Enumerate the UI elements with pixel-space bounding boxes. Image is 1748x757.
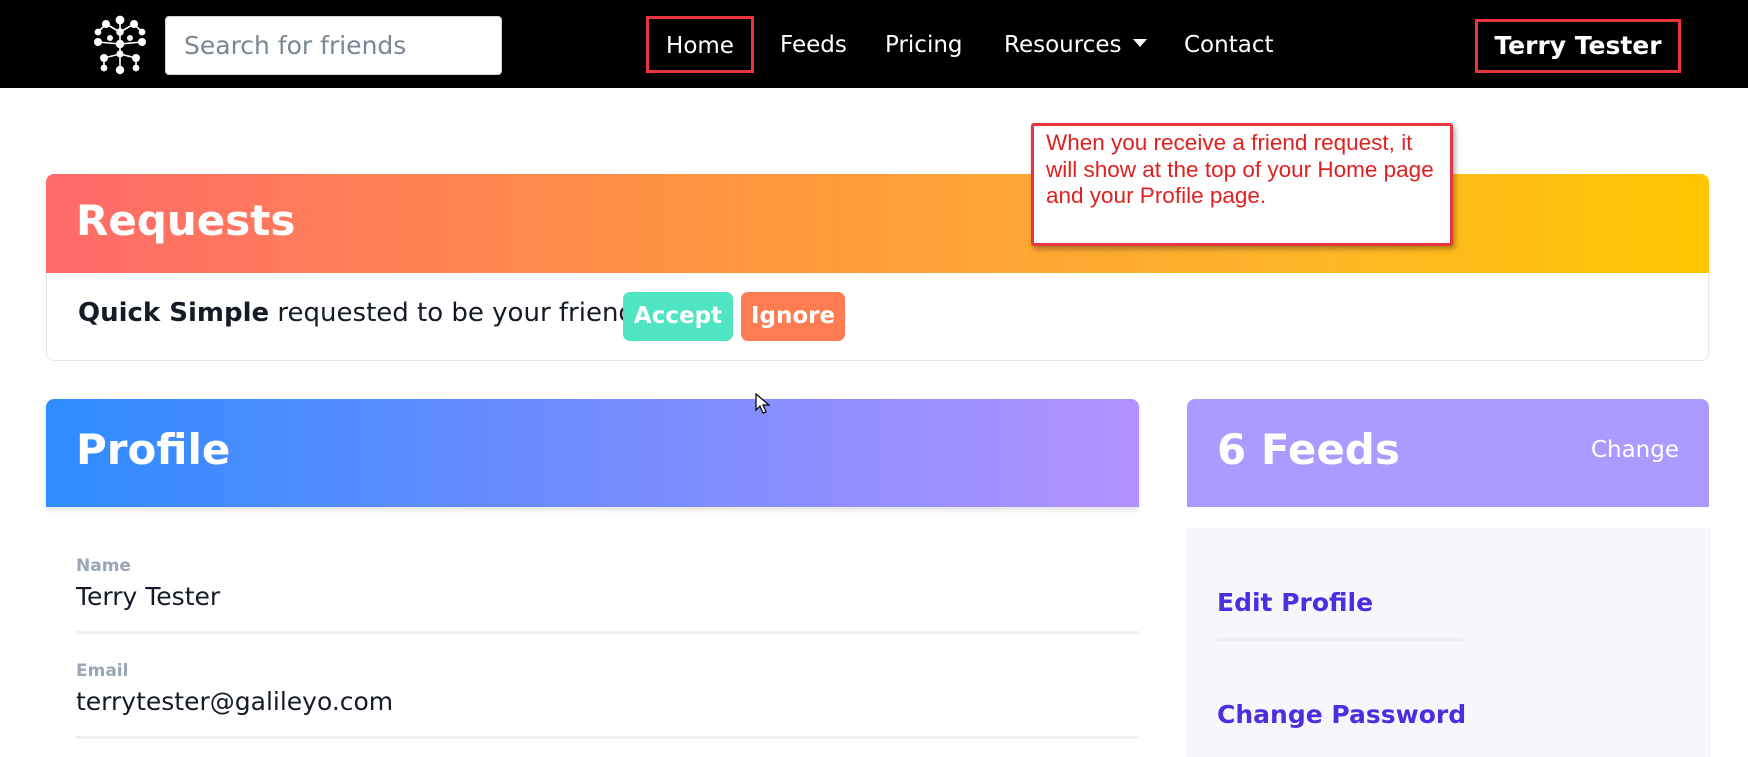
nav-home-link[interactable]: Home bbox=[646, 16, 754, 73]
edit-profile-link[interactable]: Edit Profile bbox=[1217, 588, 1373, 617]
feeds-title: 6 Feeds bbox=[1217, 425, 1400, 474]
friend-request-card: Quick Simple requested to be your friend… bbox=[46, 273, 1709, 361]
nav-resources-label: Resources bbox=[1004, 32, 1122, 58]
name-field-value: Terry Tester bbox=[76, 582, 221, 611]
user-menu-button[interactable]: Terry Tester bbox=[1475, 19, 1681, 73]
accept-button[interactable]: Accept bbox=[623, 292, 733, 341]
change-password-link[interactable]: Change Password bbox=[1217, 700, 1466, 729]
mouse-pointer-icon bbox=[755, 393, 771, 414]
ignore-button[interactable]: Ignore bbox=[741, 292, 845, 341]
divider bbox=[76, 631, 1139, 634]
feeds-header: 6 Feeds Change bbox=[1187, 399, 1709, 507]
email-field-value: terrytester@galileyo.com bbox=[76, 687, 394, 716]
annotation-callout: When you receive a friend request, it wi… bbox=[1031, 123, 1453, 246]
request-message: requested to be your friend. bbox=[269, 298, 644, 328]
nav-feeds-link[interactable]: Feeds bbox=[780, 0, 847, 88]
profile-side-menu: Edit Profile Change Password bbox=[1187, 528, 1711, 757]
network-logo-icon[interactable] bbox=[88, 14, 152, 76]
change-feeds-link[interactable]: Change bbox=[1591, 437, 1679, 463]
caret-down-icon bbox=[1133, 38, 1148, 47]
nav-contact-link[interactable]: Contact bbox=[1184, 0, 1273, 88]
requests-title: Requests bbox=[76, 196, 296, 245]
top-navbar: Home Feeds Pricing Resources Contact Ter… bbox=[0, 0, 1748, 88]
nav-resources-dropdown[interactable]: Resources bbox=[1004, 0, 1148, 88]
divider bbox=[1217, 638, 1463, 641]
name-field-label: Name bbox=[76, 556, 131, 576]
requester-name[interactable]: Quick Simple bbox=[78, 298, 269, 328]
search-input[interactable] bbox=[165, 16, 502, 75]
profile-title: Profile bbox=[76, 425, 231, 474]
profile-header: Profile bbox=[46, 399, 1139, 507]
divider bbox=[76, 736, 1139, 739]
requests-header: Requests bbox=[46, 174, 1709, 274]
nav-pricing-link[interactable]: Pricing bbox=[885, 0, 963, 88]
email-field-label: Email bbox=[76, 661, 129, 681]
friend-request-text: Quick Simple requested to be your friend… bbox=[78, 298, 643, 328]
